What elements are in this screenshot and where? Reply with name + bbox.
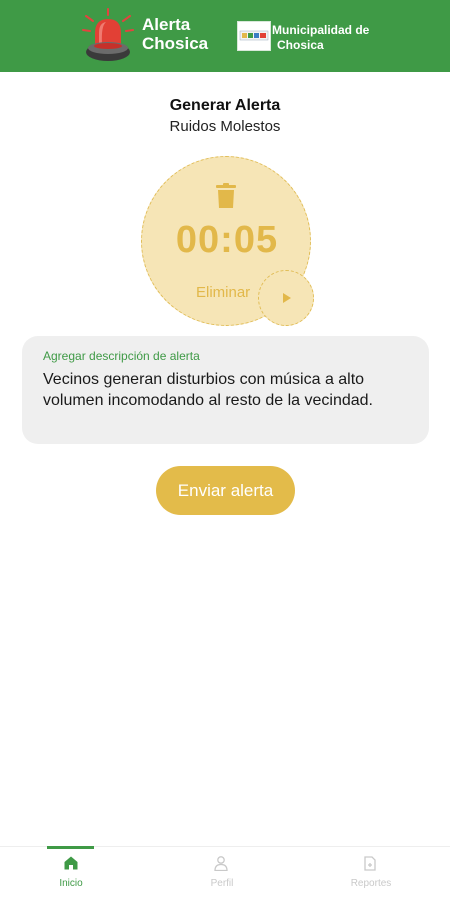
siren-logo-icon [82,8,134,61]
app-header: Alerta Chosica Municipalidad de Chosica [0,0,450,72]
home-icon [64,856,78,870]
app-title-line2: Chosica [142,34,209,53]
nav-item-perfil[interactable]: Perfil [150,847,300,900]
user-icon [214,856,228,871]
page-title: Generar Alerta [169,97,281,114]
play-icon [283,293,291,303]
trash-icon[interactable] [215,183,237,209]
play-recording-button[interactable] [258,270,314,326]
nav-label-reportes: Reportes [350,878,392,889]
send-alert-button[interactable]: Enviar alerta [156,466,295,515]
nav-item-reportes[interactable]: Reportes [296,847,446,900]
active-tab-indicator [47,846,94,849]
report-icon [364,856,376,871]
recording-timer: 00:05 [175,219,279,261]
app-screen: Alerta Chosica Municipalidad de Chosica … [0,0,450,900]
nav-label-perfil: Perfil [210,878,234,889]
description-field[interactable]: Agregar descripción de alerta Vecinos ge… [22,336,429,444]
municipality-line2: Chosica [277,38,324,52]
delete-recording-button[interactable]: Eliminar [196,284,250,301]
bottom-navigation: Inicio Perfil Reportes [0,846,450,900]
app-title: Alerta Chosica [142,15,208,53]
nav-label-inicio: Inicio [59,878,83,889]
alert-type-subtitle: Ruidos Molestos [169,118,281,135]
description-label: Agregar descripción de alerta [43,349,200,363]
nav-item-inicio[interactable]: Inicio [0,846,150,900]
description-text[interactable]: Vecinos generan disturbios con música a … [43,369,413,411]
municipality-line1: Municipalidad de [272,23,370,37]
app-title-line1: Alerta [142,15,191,34]
municipality-logo-icon [237,21,271,51]
municipality-name: Municipalidad de Chosica [272,23,369,53]
